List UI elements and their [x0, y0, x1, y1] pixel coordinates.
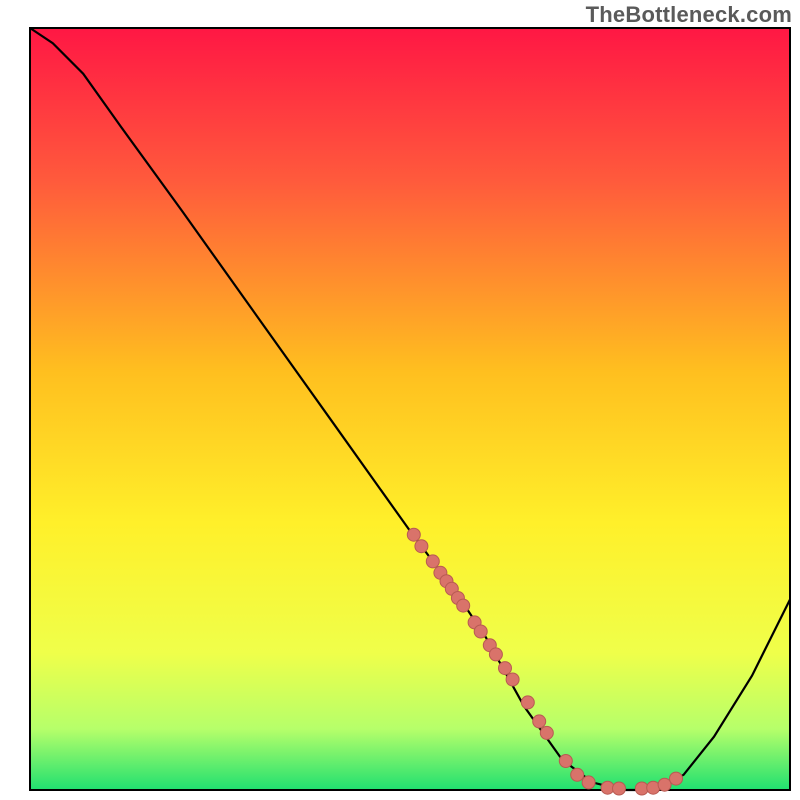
data-point [559, 755, 572, 768]
data-point [533, 715, 546, 728]
watermark-text: TheBottleneck.com [586, 2, 792, 28]
data-point [426, 555, 439, 568]
data-point [613, 782, 626, 795]
data-point [407, 528, 420, 541]
data-point [489, 648, 502, 661]
plot-area [30, 28, 790, 795]
chart-background [30, 28, 790, 790]
data-point [415, 540, 428, 553]
data-point [540, 726, 553, 739]
data-point [506, 673, 519, 686]
data-point [521, 696, 534, 709]
data-point [571, 768, 584, 781]
data-point [457, 599, 470, 612]
data-point [670, 772, 683, 785]
data-point [658, 778, 671, 791]
chart-container: TheBottleneck.com [0, 0, 800, 800]
data-point [499, 662, 512, 675]
data-point [474, 625, 487, 638]
data-point [582, 776, 595, 789]
chart-canvas [0, 0, 800, 800]
data-point [647, 781, 660, 794]
